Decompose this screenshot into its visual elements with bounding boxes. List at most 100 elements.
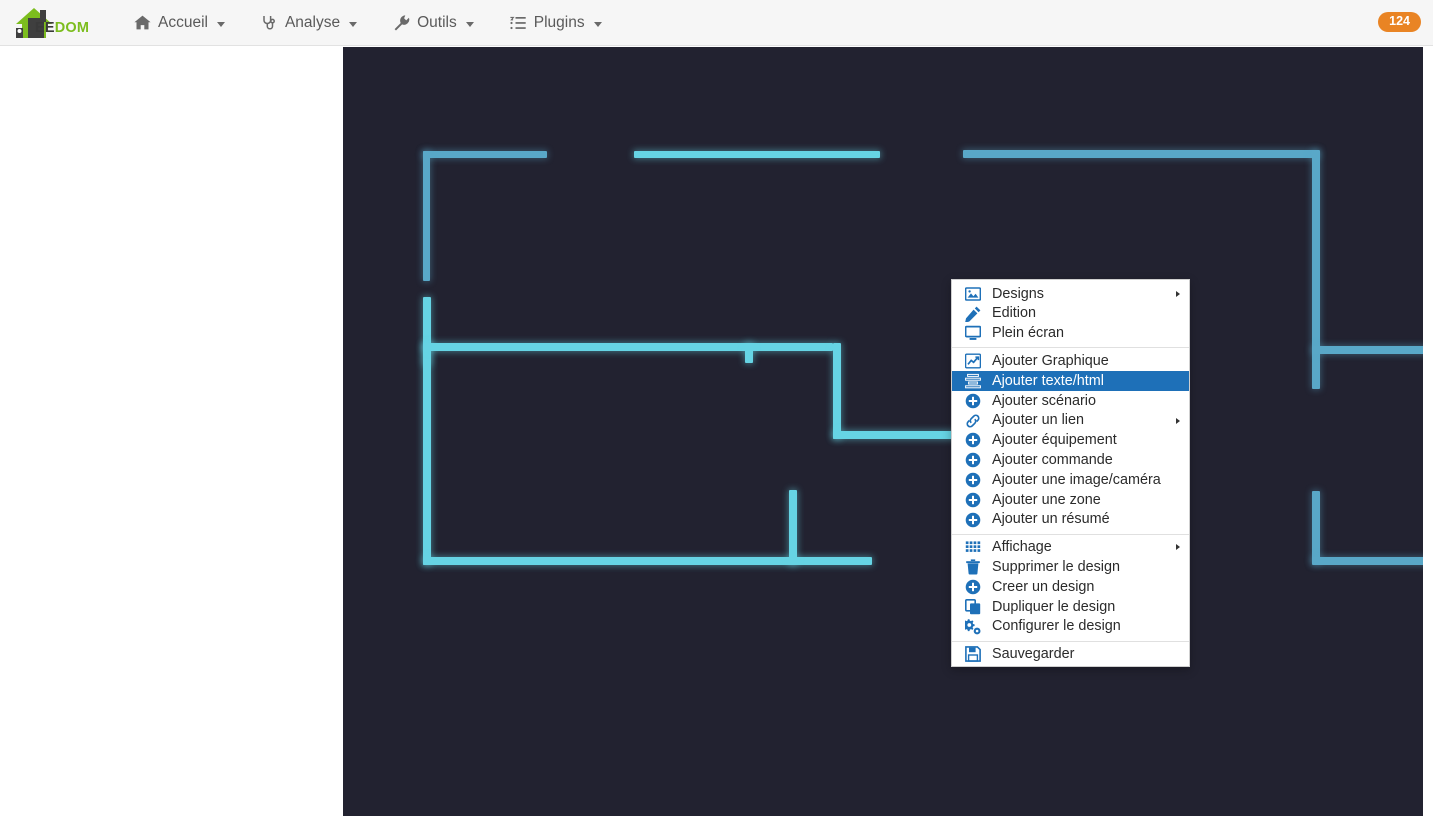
notification-badge[interactable]: 124	[1378, 12, 1421, 32]
list-ul-icon	[510, 14, 527, 31]
menu-item-label: Affichage	[992, 539, 1052, 556]
desktop-icon	[965, 325, 981, 341]
menu-item-label: Edition	[992, 305, 1037, 322]
menu-item-ajouter-texte-html[interactable]: Ajouter texte/html	[952, 371, 1189, 391]
chevron-down-icon	[593, 21, 602, 27]
menu-item-label: Plein écran	[992, 325, 1064, 342]
menu-item-ajouter-commande[interactable]: Ajouter commande	[952, 450, 1189, 470]
menu-item-label: Ajouter texte/html	[992, 372, 1104, 389]
plus-circle-icon	[965, 579, 981, 595]
menu-item-edition[interactable]: Edition	[952, 304, 1189, 324]
chevron-down-icon	[216, 21, 225, 27]
design-context-menu[interactable]: Designs Edition Plein écran Ajouter Graphiq…	[951, 279, 1190, 668]
floorplan-wall	[423, 343, 431, 565]
brand-text-ee: EE	[35, 19, 55, 36]
menu-item-label: Supprimer le design	[992, 559, 1120, 576]
home-icon	[134, 14, 151, 31]
grid-icon	[965, 539, 981, 555]
menu-item-label: Ajouter une zone	[992, 491, 1101, 508]
menu-separator	[952, 533, 1189, 535]
nav-label-accueil: Accueil	[158, 13, 208, 31]
menu-item-ajouter-sc-nario[interactable]: Ajouter scénario	[952, 391, 1189, 411]
floorplan-wall	[1312, 346, 1423, 354]
nav-item-analyse[interactable]: Analyse	[243, 0, 375, 46]
menu-group: Affichage Supprimer le design Creer un des…	[952, 537, 1189, 639]
chevron-down-icon	[465, 21, 474, 27]
floorplan-wall	[423, 343, 833, 351]
nav-label-analyse: Analyse	[284, 13, 341, 31]
nav-item-accueil[interactable]: Accueil	[116, 0, 243, 46]
menu-separator	[952, 347, 1189, 349]
menu-group: Designs Edition Plein écran	[952, 283, 1189, 345]
top-navbar: EEDOM Accueil Analyse Outils Plugins 124	[0, 0, 1433, 46]
menu-item-label: Ajouter Graphique	[992, 353, 1109, 370]
nav-menu: Accueil Analyse Outils Plugins	[116, 0, 620, 46]
nav-item-outils[interactable]: Outils	[375, 0, 492, 46]
menu-item-label: Ajouter un résumé	[992, 511, 1110, 528]
nav-label-plugins: Plugins	[533, 13, 585, 31]
floorplan-wall	[789, 490, 797, 565]
menu-item-label: Ajouter commande	[992, 452, 1113, 469]
floorplan-wall	[423, 557, 872, 565]
menu-item-label: Sauvegarder	[992, 646, 1075, 663]
menu-item-label: Creer un design	[992, 578, 1095, 595]
menu-item-ajouter-un-lien[interactable]: Ajouter un lien	[952, 411, 1189, 431]
menu-item-ajouter-graphique[interactable]: Ajouter Graphique	[952, 351, 1189, 371]
menu-item-label: Ajouter un lien	[992, 412, 1085, 429]
submenu-arrow-icon	[1176, 290, 1180, 297]
menu-item-ajouter-quipement[interactable]: Ajouter équipement	[952, 431, 1189, 451]
floppy-save-icon	[965, 646, 981, 663]
floorplan-wall	[1312, 557, 1423, 565]
menu-item-supprimer-le-design[interactable]: Supprimer le design	[952, 557, 1189, 577]
menu-item-ajouter-une-zone[interactable]: Ajouter une zone	[952, 490, 1189, 510]
stethoscope-icon	[261, 14, 278, 31]
submenu-arrow-icon	[1176, 544, 1180, 551]
floorplan-wall	[634, 151, 880, 158]
menu-group: Ajouter Graphique Ajouter texte/html Ajout…	[952, 350, 1189, 531]
menu-item-ajouter-un-r-sum[interactable]: Ajouter un résumé	[952, 510, 1189, 530]
plus-circle-icon	[965, 492, 981, 508]
menu-item-designs[interactable]: Designs	[952, 284, 1189, 304]
brand-text-dom: DOM	[54, 19, 90, 36]
menu-item-ajouter-une-image-cam-ra[interactable]: Ajouter une image/caméra	[952, 470, 1189, 490]
floorplan-wall	[423, 151, 547, 158]
brand-logo[interactable]: EEDOM	[0, 0, 90, 46]
image-icon	[965, 286, 981, 302]
link-icon	[965, 413, 981, 429]
floorplan-wall	[833, 343, 841, 439]
menu-item-label: Designs	[992, 285, 1044, 302]
menu-item-label: Ajouter une image/caméra	[992, 471, 1161, 488]
align-center-icon	[965, 373, 981, 389]
trash-icon	[965, 559, 981, 575]
menu-group: Sauvegarder	[952, 644, 1189, 667]
pencil-icon	[965, 306, 981, 322]
menu-separator	[952, 640, 1189, 642]
menu-item-label: Ajouter scénario	[992, 392, 1096, 409]
design-canvas[interactable]	[343, 47, 1423, 816]
copy-icon	[965, 598, 981, 615]
plus-circle-icon	[965, 432, 981, 448]
menu-item-label: Configurer le design	[992, 618, 1121, 635]
menu-item-sauvegarder[interactable]: Sauvegarder	[952, 645, 1189, 665]
menu-item-plein-cran[interactable]: Plein écran	[952, 324, 1189, 344]
nav-item-plugins[interactable]: Plugins	[492, 0, 620, 46]
menu-item-creer-un-design[interactable]: Creer un design	[952, 577, 1189, 597]
plus-circle-icon	[965, 472, 981, 488]
nav-label-outils: Outils	[417, 13, 457, 31]
chart-line-icon	[965, 353, 981, 369]
menu-item-configurer-le-design[interactable]: Configurer le design	[952, 617, 1189, 637]
plus-circle-icon	[965, 393, 981, 409]
menu-item-dupliquer-le-design[interactable]: Dupliquer le design	[952, 597, 1189, 617]
wrench-icon	[393, 14, 410, 31]
floorplan-wall	[1312, 491, 1320, 564]
cogs-icon	[965, 618, 981, 635]
menu-item-label: Dupliquer le design	[992, 598, 1116, 615]
submenu-arrow-icon	[1176, 417, 1180, 424]
floorplan-wall	[423, 151, 430, 281]
floorplan-wall	[745, 343, 753, 363]
floorplan-wall	[963, 150, 1319, 158]
plus-circle-icon	[965, 512, 981, 528]
menu-item-label: Ajouter équipement	[992, 432, 1117, 449]
plus-circle-icon	[965, 452, 981, 468]
menu-item-affichage[interactable]: Affichage	[952, 538, 1189, 558]
